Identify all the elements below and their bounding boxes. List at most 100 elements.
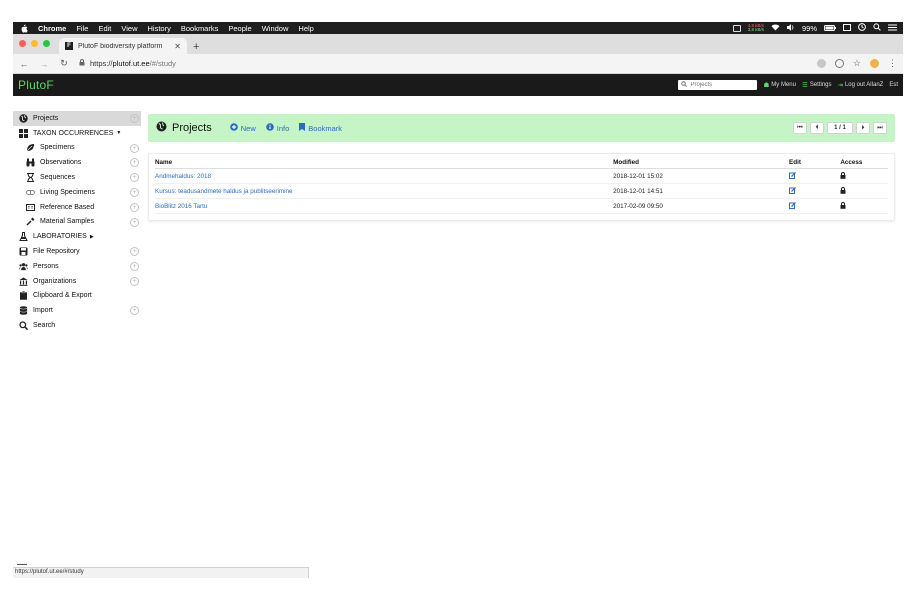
- add-projects-button[interactable]: +: [130, 114, 139, 123]
- add-persons-button[interactable]: +: [130, 261, 139, 271]
- last-page-icon[interactable]: ⏭: [873, 122, 887, 134]
- forward-icon[interactable]: →: [39, 59, 49, 69]
- display-icon[interactable]: [843, 23, 851, 33]
- header-search[interactable]: [678, 80, 758, 90]
- people-icon: ☗: [763, 82, 770, 89]
- project-link[interactable]: Andmehaldus: 2018: [155, 173, 211, 180]
- menu-edit[interactable]: Edit: [98, 24, 111, 33]
- sidebar-item-projects[interactable]: Projects +: [13, 111, 141, 126]
- menu-app-name[interactable]: Chrome: [38, 24, 66, 33]
- previous-page-icon[interactable]: ⏴: [810, 122, 824, 134]
- cell-name: Kursus: teadusandmete haldus ja publitse…: [155, 183, 614, 199]
- my-menu-link[interactable]: ☗ My Menu: [763, 81, 796, 89]
- apple-icon[interactable]: [19, 23, 28, 33]
- column-header-name[interactable]: Name: [155, 157, 614, 169]
- menu-window[interactable]: Window: [262, 24, 289, 33]
- battery-icon[interactable]: [824, 24, 836, 33]
- sidebar-item-import[interactable]: Import +: [13, 303, 141, 318]
- sidebar-item-persons[interactable]: Persons +: [13, 259, 141, 274]
- menu-bookmarks[interactable]: Bookmarks: [181, 24, 219, 33]
- address-bar[interactable]: https://plutof.ut.ee/#/study: [79, 59, 176, 68]
- new-project-button[interactable]: New: [229, 123, 256, 133]
- sidebar-item-file-repository[interactable]: File Repository +: [13, 244, 141, 259]
- edit-icon[interactable]: [789, 186, 796, 196]
- cell-modified: 2017-02-09 09:50: [613, 198, 790, 214]
- edit-icon[interactable]: [789, 201, 796, 211]
- logout-link[interactable]: ⇥ Log out AllanZ: [838, 81, 884, 89]
- cell-modified: 2018-12-01 15:02: [613, 168, 790, 184]
- header-search-input[interactable]: [690, 82, 751, 88]
- add-reference-based-button[interactable]: +: [130, 202, 139, 212]
- sidebar-item-label: LABORATORIES: [33, 233, 87, 241]
- menu-history[interactable]: History: [148, 24, 171, 33]
- first-page-icon[interactable]: ⏮: [793, 122, 807, 134]
- profile-avatar[interactable]: [870, 59, 879, 68]
- sidebar-item-sequences[interactable]: Sequences +: [13, 170, 141, 185]
- volume-icon[interactable]: [786, 23, 795, 33]
- clock-icon[interactable]: [858, 23, 866, 33]
- extension-icon[interactable]: [816, 59, 826, 68]
- add-file-repository-button[interactable]: +: [130, 247, 139, 257]
- close-tab-icon[interactable]: ✕: [174, 42, 181, 51]
- extension-target-icon[interactable]: [834, 59, 844, 68]
- project-link[interactable]: BioBlitz 2016 Tartu: [155, 203, 207, 210]
- close-window-icon[interactable]: [19, 40, 26, 47]
- menu-help[interactable]: Help: [298, 24, 313, 33]
- settings-link[interactable]: ☰ Settings: [802, 81, 832, 89]
- sidebar-item-laboratories[interactable]: LABORATORIES ▶: [13, 229, 141, 244]
- screen-record-icon[interactable]: [732, 24, 741, 32]
- new-tab-icon[interactable]: +: [193, 41, 199, 53]
- add-sequences-button[interactable]: +: [130, 173, 139, 183]
- dropper-icon: [26, 217, 35, 226]
- maximize-window-icon[interactable]: [43, 40, 50, 47]
- sidebar-item-taxon-occurrences[interactable]: TAXON OCCURRENCES ▼: [13, 126, 141, 141]
- browser-tab[interactable]: F PlutoF biodiversity platform ✕: [59, 38, 187, 54]
- chrome-menu-icon[interactable]: ⋮: [888, 58, 897, 69]
- notification-center-icon[interactable]: [888, 24, 897, 33]
- spotlight-icon[interactable]: [873, 23, 881, 33]
- add-living-specimens-button[interactable]: +: [130, 187, 139, 197]
- add-observations-button[interactable]: +: [130, 158, 139, 168]
- language-switch[interactable]: Est: [889, 82, 898, 88]
- floppy-icon: [19, 247, 28, 256]
- sidebar-item-label: File Repository: [33, 248, 80, 256]
- sidebar-item-search[interactable]: Search: [13, 318, 141, 333]
- plutof-logo[interactable]: PlutoF: [18, 78, 54, 92]
- sidebar-item-organizations[interactable]: Organizations +: [13, 274, 141, 289]
- add-import-button[interactable]: +: [130, 306, 139, 316]
- sidebar-item-material-samples[interactable]: Material Samples +: [13, 215, 141, 230]
- wifi-icon[interactable]: [771, 24, 780, 33]
- table-row: BioBlitz 2016 Tartu 2017-02-09 09:50: [155, 198, 888, 214]
- column-header-modified[interactable]: Modified: [613, 157, 790, 169]
- sidebar-item-observations[interactable]: Observations +: [13, 155, 141, 170]
- next-page-icon[interactable]: ⏵: [856, 122, 870, 134]
- menu-view[interactable]: View: [121, 24, 137, 33]
- browser-toolbar: ← → ↻ https://plutof.ut.ee/#/study ☆ ⋮: [13, 54, 903, 74]
- page-title: Projects: [172, 122, 212, 134]
- sidebar-item-reference-based[interactable]: Reference Based +: [13, 200, 141, 215]
- project-link[interactable]: Kursus: teadusandmete haldus ja publitse…: [155, 188, 293, 195]
- bookmark-button[interactable]: Bookmark: [299, 123, 342, 133]
- menu-file[interactable]: File: [76, 24, 88, 33]
- sidebar-item-label: Clipboard & Export: [33, 292, 92, 300]
- sidebar-item-living-specimens[interactable]: Living Specimens +: [13, 185, 141, 200]
- info-button[interactable]: Info: [265, 123, 289, 133]
- projects-panel-header: Projects New Info Bookmark ⏮ ⏴ 1 / 1 ⏵ ⏭: [148, 114, 895, 142]
- minimize-window-icon[interactable]: [31, 40, 38, 47]
- menu-people[interactable]: People: [228, 24, 251, 33]
- edit-icon[interactable]: [789, 171, 796, 181]
- add-material-samples-button[interactable]: +: [130, 217, 139, 227]
- add-organizations-button[interactable]: +: [130, 276, 139, 286]
- sidebar-item-specimens[interactable]: Specimens +: [13, 141, 141, 156]
- chrome-tab-strip: F PlutoF biodiversity platform ✕ +: [13, 34, 903, 54]
- bookmark-star-icon[interactable]: ☆: [853, 58, 861, 69]
- page-counter: 1 / 1: [827, 122, 853, 134]
- add-specimens-button[interactable]: +: [130, 143, 139, 153]
- main-content: Projects New Info Bookmark ⏮ ⏴ 1 / 1 ⏵ ⏭…: [141, 110, 903, 578]
- cell-edit: [789, 183, 841, 199]
- sidebar-item-label: Reference Based: [40, 203, 95, 211]
- logout-label: Log out AllanZ: [844, 82, 884, 88]
- reload-icon[interactable]: ↻: [59, 58, 69, 69]
- sidebar-item-clipboard-export[interactable]: Clipboard & Export: [13, 289, 141, 304]
- back-icon[interactable]: ←: [19, 59, 29, 69]
